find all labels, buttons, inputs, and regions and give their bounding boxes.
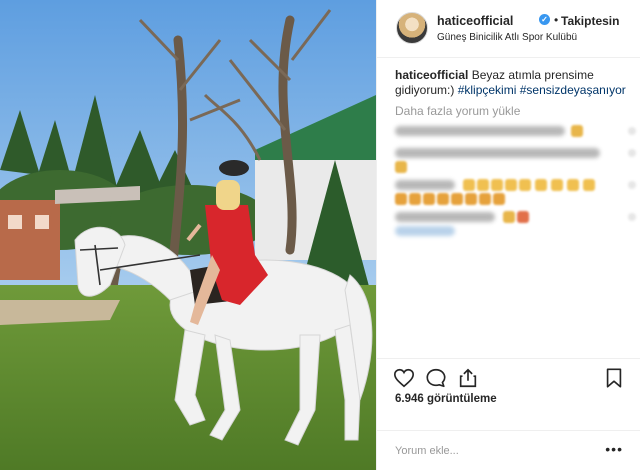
comment-item-blurred [395, 124, 636, 138]
instagram-post: haticeofficial ✓ • Takiptesin Güneş Bini… [0, 0, 640, 470]
separator-dot: • [554, 13, 559, 27]
add-comment-input[interactable] [395, 443, 595, 459]
add-comment-bar: ••• [377, 430, 640, 470]
follow-status-button[interactable]: Takiptesin [561, 14, 619, 28]
post-photo[interactable] [0, 0, 376, 470]
post-caption: haticeofficial Beyaz atımla prensime gid… [395, 68, 631, 98]
verified-badge-icon: ✓ [539, 14, 550, 25]
comment-item-blurred [395, 210, 636, 224]
bookmark-icon[interactable] [603, 367, 625, 389]
comment-item-blurred [395, 224, 610, 238]
comment-item-blurred [395, 178, 636, 192]
comment-bubble-icon[interactable] [425, 367, 447, 389]
avatar[interactable] [396, 12, 428, 44]
comment-item-blurred [395, 146, 636, 160]
post-side-panel: haticeofficial ✓ • Takiptesin Güneş Bini… [376, 0, 640, 470]
share-icon[interactable] [457, 367, 479, 389]
load-more-comments-button[interactable]: Daha fazla yorum yükle [395, 104, 520, 118]
caption-username[interactable]: haticeofficial [395, 68, 468, 82]
view-count[interactable]: 6.946 görüntüleme [395, 393, 497, 405]
hashtag-link[interactable]: #klipçekimi [458, 83, 517, 97]
author-username[interactable]: haticeofficial [437, 14, 513, 28]
comment-item-blurred [395, 160, 610, 174]
more-options-button[interactable]: ••• [605, 441, 623, 457]
comment-item-blurred [395, 192, 610, 206]
heart-icon[interactable] [393, 367, 415, 389]
post-header: haticeofficial ✓ • Takiptesin Güneş Bini… [377, 0, 640, 58]
post-location[interactable]: Güneş Binicilik Atlı Spor Kulübü [437, 32, 577, 43]
post-actions [377, 358, 640, 392]
photo-illustration [0, 0, 376, 470]
hashtag-link[interactable]: #sensizdeyaşanıyor [520, 83, 626, 97]
